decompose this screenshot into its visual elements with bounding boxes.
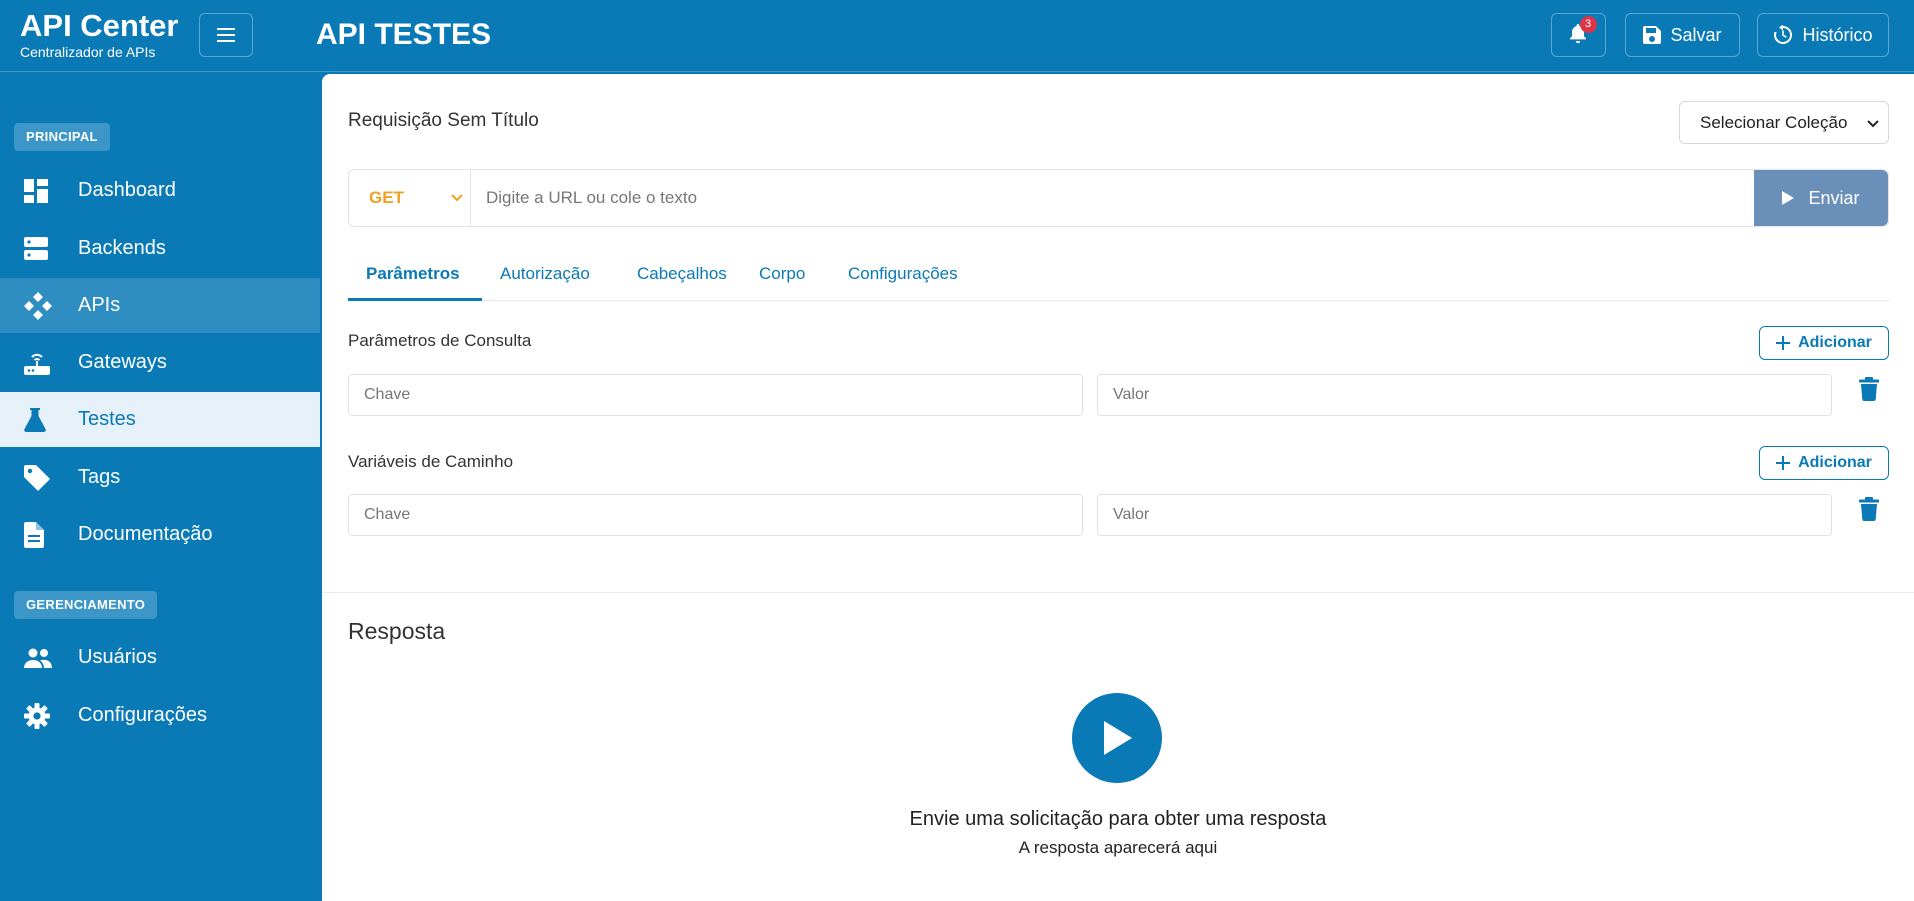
page-title: API TESTES [316,18,492,51]
query-param-value-input[interactable] [1097,374,1832,416]
add-label: Adicionar [1798,454,1872,471]
trash-icon[interactable] [1859,497,1879,521]
sidebar-item-documentacao[interactable]: Documentação [0,507,320,562]
sidebar-item-label: Configurações [78,704,207,726]
sidebar-item-backends[interactable]: Backends [0,221,320,276]
save-label: Salvar [1670,24,1722,45]
sidebar: PRINCIPAL Dashboard Backends APIs Gatewa… [0,72,320,901]
plus-icon [1776,336,1791,350]
dashboard-icon [24,177,62,205]
history-icon [1774,25,1793,44]
path-var-value-input[interactable] [1097,494,1832,536]
response-empty-hint: A resposta aparecerá aqui [1018,838,1218,857]
brand-title: API Center [20,8,179,43]
menu-toggle-button[interactable] [199,13,253,57]
response-empty-message: Envie uma solicitação para obter uma res… [909,808,1327,830]
collection-select-value: Selecionar Coleção [1700,112,1848,132]
request-title[interactable]: Requisição Sem Título [348,110,539,132]
sidebar-item-label: Dashboard [78,179,176,201]
add-label: Adicionar [1798,334,1872,351]
section-label-principal: PRINCIPAL [14,123,110,151]
send-label: Enviar [1808,187,1860,208]
api-icon [24,291,62,320]
sidebar-item-gateways[interactable]: Gateways [0,335,320,390]
tab-parametros[interactable]: Parâmetros [348,256,482,301]
main-panel: Requisição Sem Título Selecionar Coleção… [322,74,1914,901]
brand-subtitle: Centralizador de APIs [20,44,156,60]
document-icon [24,521,62,549]
history-button[interactable]: Histórico [1757,13,1889,57]
request-tabs: Parâmetros Autorização Cabeçalhos Corpo … [348,256,1889,301]
history-label: Histórico [1802,24,1873,45]
trash-icon[interactable] [1859,377,1879,401]
sidebar-item-label: Testes [78,408,136,430]
sidebar-item-apis[interactable]: APIs [0,278,320,333]
server-icon [24,235,62,263]
method-value: GET [369,188,404,207]
url-bar: GET Enviar [348,169,1889,227]
response-title: Resposta [348,618,446,644]
tag-icon [24,464,62,492]
sidebar-item-tags[interactable]: Tags [0,450,320,505]
plus-icon [1776,456,1791,470]
brand[interactable]: API Center Centralizador de APIs [20,10,178,61]
chevron-down-icon [451,194,463,202]
section-divider [322,592,1914,593]
notifications-button[interactable]: 3 [1551,13,1606,57]
users-icon [24,644,62,672]
sidebar-item-usuarios[interactable]: Usuários [0,630,320,685]
tab-autorizacao[interactable]: Autorização [500,256,590,301]
add-query-param-button[interactable]: Adicionar [1759,326,1889,360]
play-icon [1782,191,1795,205]
sidebar-item-dashboard[interactable]: Dashboard [0,163,320,218]
section-label-gerenciamento: GERENCIAMENTO [14,591,158,619]
path-var-key-input[interactable] [348,494,1083,536]
tab-cabecalhos[interactable]: Cabeçalhos [637,256,727,301]
url-input[interactable] [472,170,1753,226]
play-icon [1104,721,1132,755]
sidebar-item-label: Gateways [78,351,167,373]
response-placeholder-icon [1072,693,1162,783]
collection-select[interactable]: Selecionar Coleção [1679,101,1889,144]
floppy-disk-icon [1643,26,1662,44]
save-button[interactable]: Salvar [1625,13,1740,57]
gear-icon [24,702,62,730]
sidebar-item-configuracoes[interactable]: Configurações [0,688,320,743]
sidebar-item-label: Usuários [78,646,157,668]
hamburger-icon [217,28,235,42]
chevron-down-icon [1867,120,1879,128]
sidebar-item-testes[interactable]: Testes [0,392,320,447]
sidebar-item-label: Backends [78,237,166,259]
router-icon [24,349,62,377]
tab-configuracoes[interactable]: Configurações [848,256,958,301]
method-select[interactable]: GET [349,170,471,226]
notification-count-badge: 3 [1579,16,1597,33]
sidebar-item-label: Tags [78,466,121,488]
sidebar-item-label: APIs [78,294,121,316]
tab-corpo[interactable]: Corpo [759,256,805,301]
top-header: API Center Centralizador de APIs API TES… [0,0,1914,72]
sidebar-item-label: Documentação [78,523,213,545]
send-button[interactable]: Enviar [1754,170,1888,226]
query-params-label: Parâmetros de Consulta [348,331,532,350]
add-path-var-button[interactable]: Adicionar [1759,446,1889,480]
path-vars-label: Variáveis de Caminho [348,452,514,471]
flask-icon [24,406,62,434]
query-param-key-input[interactable] [348,374,1083,416]
